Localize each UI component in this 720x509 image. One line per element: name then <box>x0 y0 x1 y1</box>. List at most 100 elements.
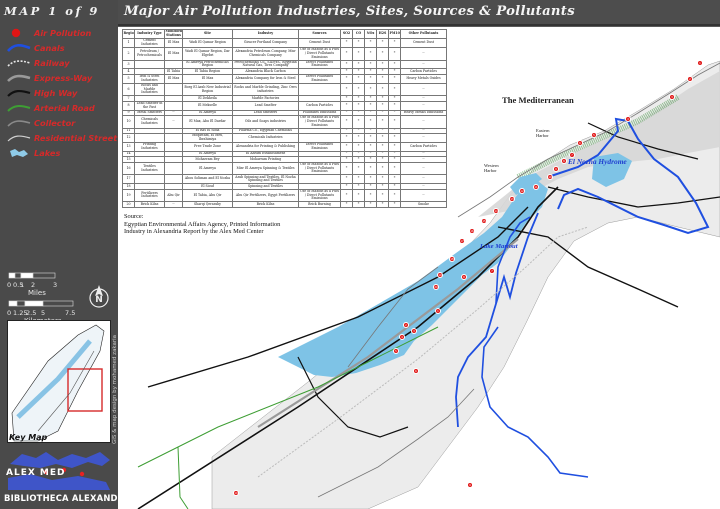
table-cell: * <box>376 59 389 70</box>
table-cell <box>164 82 183 97</box>
scale-tick: 5 <box>41 309 46 317</box>
air-pollution-marker[interactable]: 2 <box>403 322 409 328</box>
table-cell: El Mekselle <box>182 100 233 111</box>
table-row: 20 Brick Kilns -- Sharqi Qeraraby Brick Kiln… <box>122 201 447 208</box>
table-row: 2 Petroleum / Petrochemicals El Max Wadi El… <box>122 46 447 61</box>
table-cell: * <box>388 201 401 208</box>
table-cell: * <box>364 59 377 70</box>
table-cell <box>298 82 341 97</box>
air-pollution-marker[interactable]: 15 <box>481 218 487 224</box>
table-row: 1 Cement Industries El Max Wadi El Qamar Re… <box>122 37 447 48</box>
scale-tick: 0 <box>7 281 12 289</box>
legend-label: Residential Street <box>34 133 118 143</box>
alex-med-logo: ALEX MED BIBLIOTHECA ALEXANDRINA <box>2 448 141 506</box>
air-pollution-marker[interactable]: 17 <box>459 238 465 244</box>
air-pollution-marker[interactable]: 5 <box>393 348 399 354</box>
air-pollution-marker[interactable]: 12 <box>519 188 525 194</box>
air-pollution-marker[interactable]: 4 <box>399 334 405 340</box>
table-cell: * <box>364 46 377 61</box>
table-cell: Rocks and Marble Industries <box>134 82 165 97</box>
table-cell: El Max, Abu El Dardar <box>182 115 233 129</box>
table-cell: * <box>388 46 401 61</box>
air-pollution-marker[interactable]: 10 <box>233 490 239 496</box>
table-cell: * <box>340 82 353 97</box>
legend-label: Lakes <box>34 148 61 158</box>
air-pollution-marker[interactable]: 19 <box>437 272 443 278</box>
air-pollution-marker[interactable]: 14 <box>493 208 499 214</box>
air-pollution-marker[interactable]: 10 <box>547 174 553 180</box>
air-pollution-marker[interactable]: 5 <box>591 132 597 138</box>
table-cell: Sharqi Qeraraby <box>182 201 233 208</box>
source-note: Source: Egyptian Environmental Affairs A… <box>124 213 314 236</box>
air-pollution-marker[interactable]: 6 <box>577 140 583 146</box>
table-cell: Moqattam, El Mex, Ibrahimiya <box>182 133 233 143</box>
table-cell: * <box>352 73 365 84</box>
air-pollution-marker[interactable]: 1 <box>435 308 441 314</box>
table-cell: * <box>340 115 353 129</box>
table-cell: * <box>388 59 401 70</box>
air-pollution-marker[interactable]: 9 <box>553 166 559 172</box>
expressway-line-icon <box>7 74 31 82</box>
table-cell: -- <box>400 100 447 111</box>
table-cell: Brick Burning <box>298 201 341 208</box>
table-cell: -- <box>400 82 447 97</box>
table-cell <box>164 59 183 70</box>
air-pollution-marker[interactable]: 1 <box>697 60 703 66</box>
air-pollution-marker[interactable]: 7 <box>489 268 495 274</box>
table-cell: Chemicals Industries <box>134 115 165 129</box>
air-pollution-marker[interactable]: 3 <box>669 94 675 100</box>
air-pollution-marker[interactable]: 20 <box>433 284 439 290</box>
table-cell: Abu Qir Fertilizers, Egypt Fertilizers <box>232 188 299 203</box>
table-cell: Petroleum / Petrochemicals <box>134 46 165 61</box>
table-cell: * <box>376 161 389 176</box>
table-cell: El Max <box>182 73 233 84</box>
table-cell: 19 <box>122 188 135 203</box>
table-cell: Wadi El Qamar Region, Dar Elgebri <box>182 46 233 61</box>
table-cell: * <box>340 142 353 152</box>
table-cell: Lead Smelter <box>232 100 299 111</box>
table-cell: * <box>340 174 353 185</box>
table-cell: * <box>376 82 389 97</box>
table-cell: 17 <box>122 174 135 185</box>
table-header-cell: Industry Type <box>134 29 165 39</box>
table-cell: * <box>352 161 365 176</box>
legend-item-lakes: Lakes <box>6 147 118 161</box>
table-row: 8 Lead Smelter in the Past El Mekselle Lead… <box>122 100 447 111</box>
table-cell: * <box>352 142 365 152</box>
label-eastern-harbor: Eastern Harbor <box>536 128 550 138</box>
table-cell: Cement Dust <box>298 37 341 48</box>
table-cell: * <box>376 142 389 152</box>
railway-line-icon <box>7 60 31 67</box>
air-pollution-marker[interactable]: 8 <box>461 274 467 280</box>
table-cell: Borg El Arab New Industrial Region <box>182 82 233 97</box>
table-cell: 1 <box>122 37 135 48</box>
table-cell: Alexandria Company for Iron & Steel <box>232 73 299 84</box>
air-pollution-marker[interactable]: 3 <box>411 328 417 334</box>
table-row: 19 Fertilizers Industries Abu Qir El Tabia,… <box>122 188 447 203</box>
air-pollution-marker[interactable]: 7 <box>569 152 575 158</box>
scale-tick: 1 <box>20 281 25 289</box>
air-pollution-marker[interactable]: 9 <box>467 482 473 488</box>
table-cell: * <box>364 115 377 129</box>
table-cell: -- <box>400 46 447 61</box>
table-cell: Cement Dust <box>400 37 447 48</box>
air-pollution-marker[interactable]: 18 <box>449 256 455 262</box>
air-pollution-marker[interactable]: 13 <box>509 196 515 202</box>
air-pollution-marker[interactable]: 16 <box>469 228 475 234</box>
air-pollution-marker[interactable]: 11 <box>533 184 539 190</box>
table-cell: * <box>340 100 353 111</box>
table-cell: El Max <box>164 37 183 48</box>
table-cell: Printing Industries <box>134 142 165 152</box>
air-pollution-marker[interactable]: 6 <box>413 368 419 374</box>
table-cell: * <box>388 188 401 203</box>
table-cell: Iron & Steel Industries <box>134 73 165 84</box>
table-cell: Oils and Soaps industries <box>232 115 299 129</box>
air-pollution-marker[interactable]: 8 <box>561 158 567 164</box>
scale-tick: 7.5 <box>65 309 76 317</box>
table-cell <box>164 161 183 176</box>
table-cell: * <box>340 37 353 48</box>
air-pollution-marker[interactable]: 2 <box>687 76 693 82</box>
air-pollution-marker[interactable]: 4 <box>625 116 631 122</box>
table-cell: * <box>340 133 353 143</box>
table-cell: * <box>376 115 389 129</box>
